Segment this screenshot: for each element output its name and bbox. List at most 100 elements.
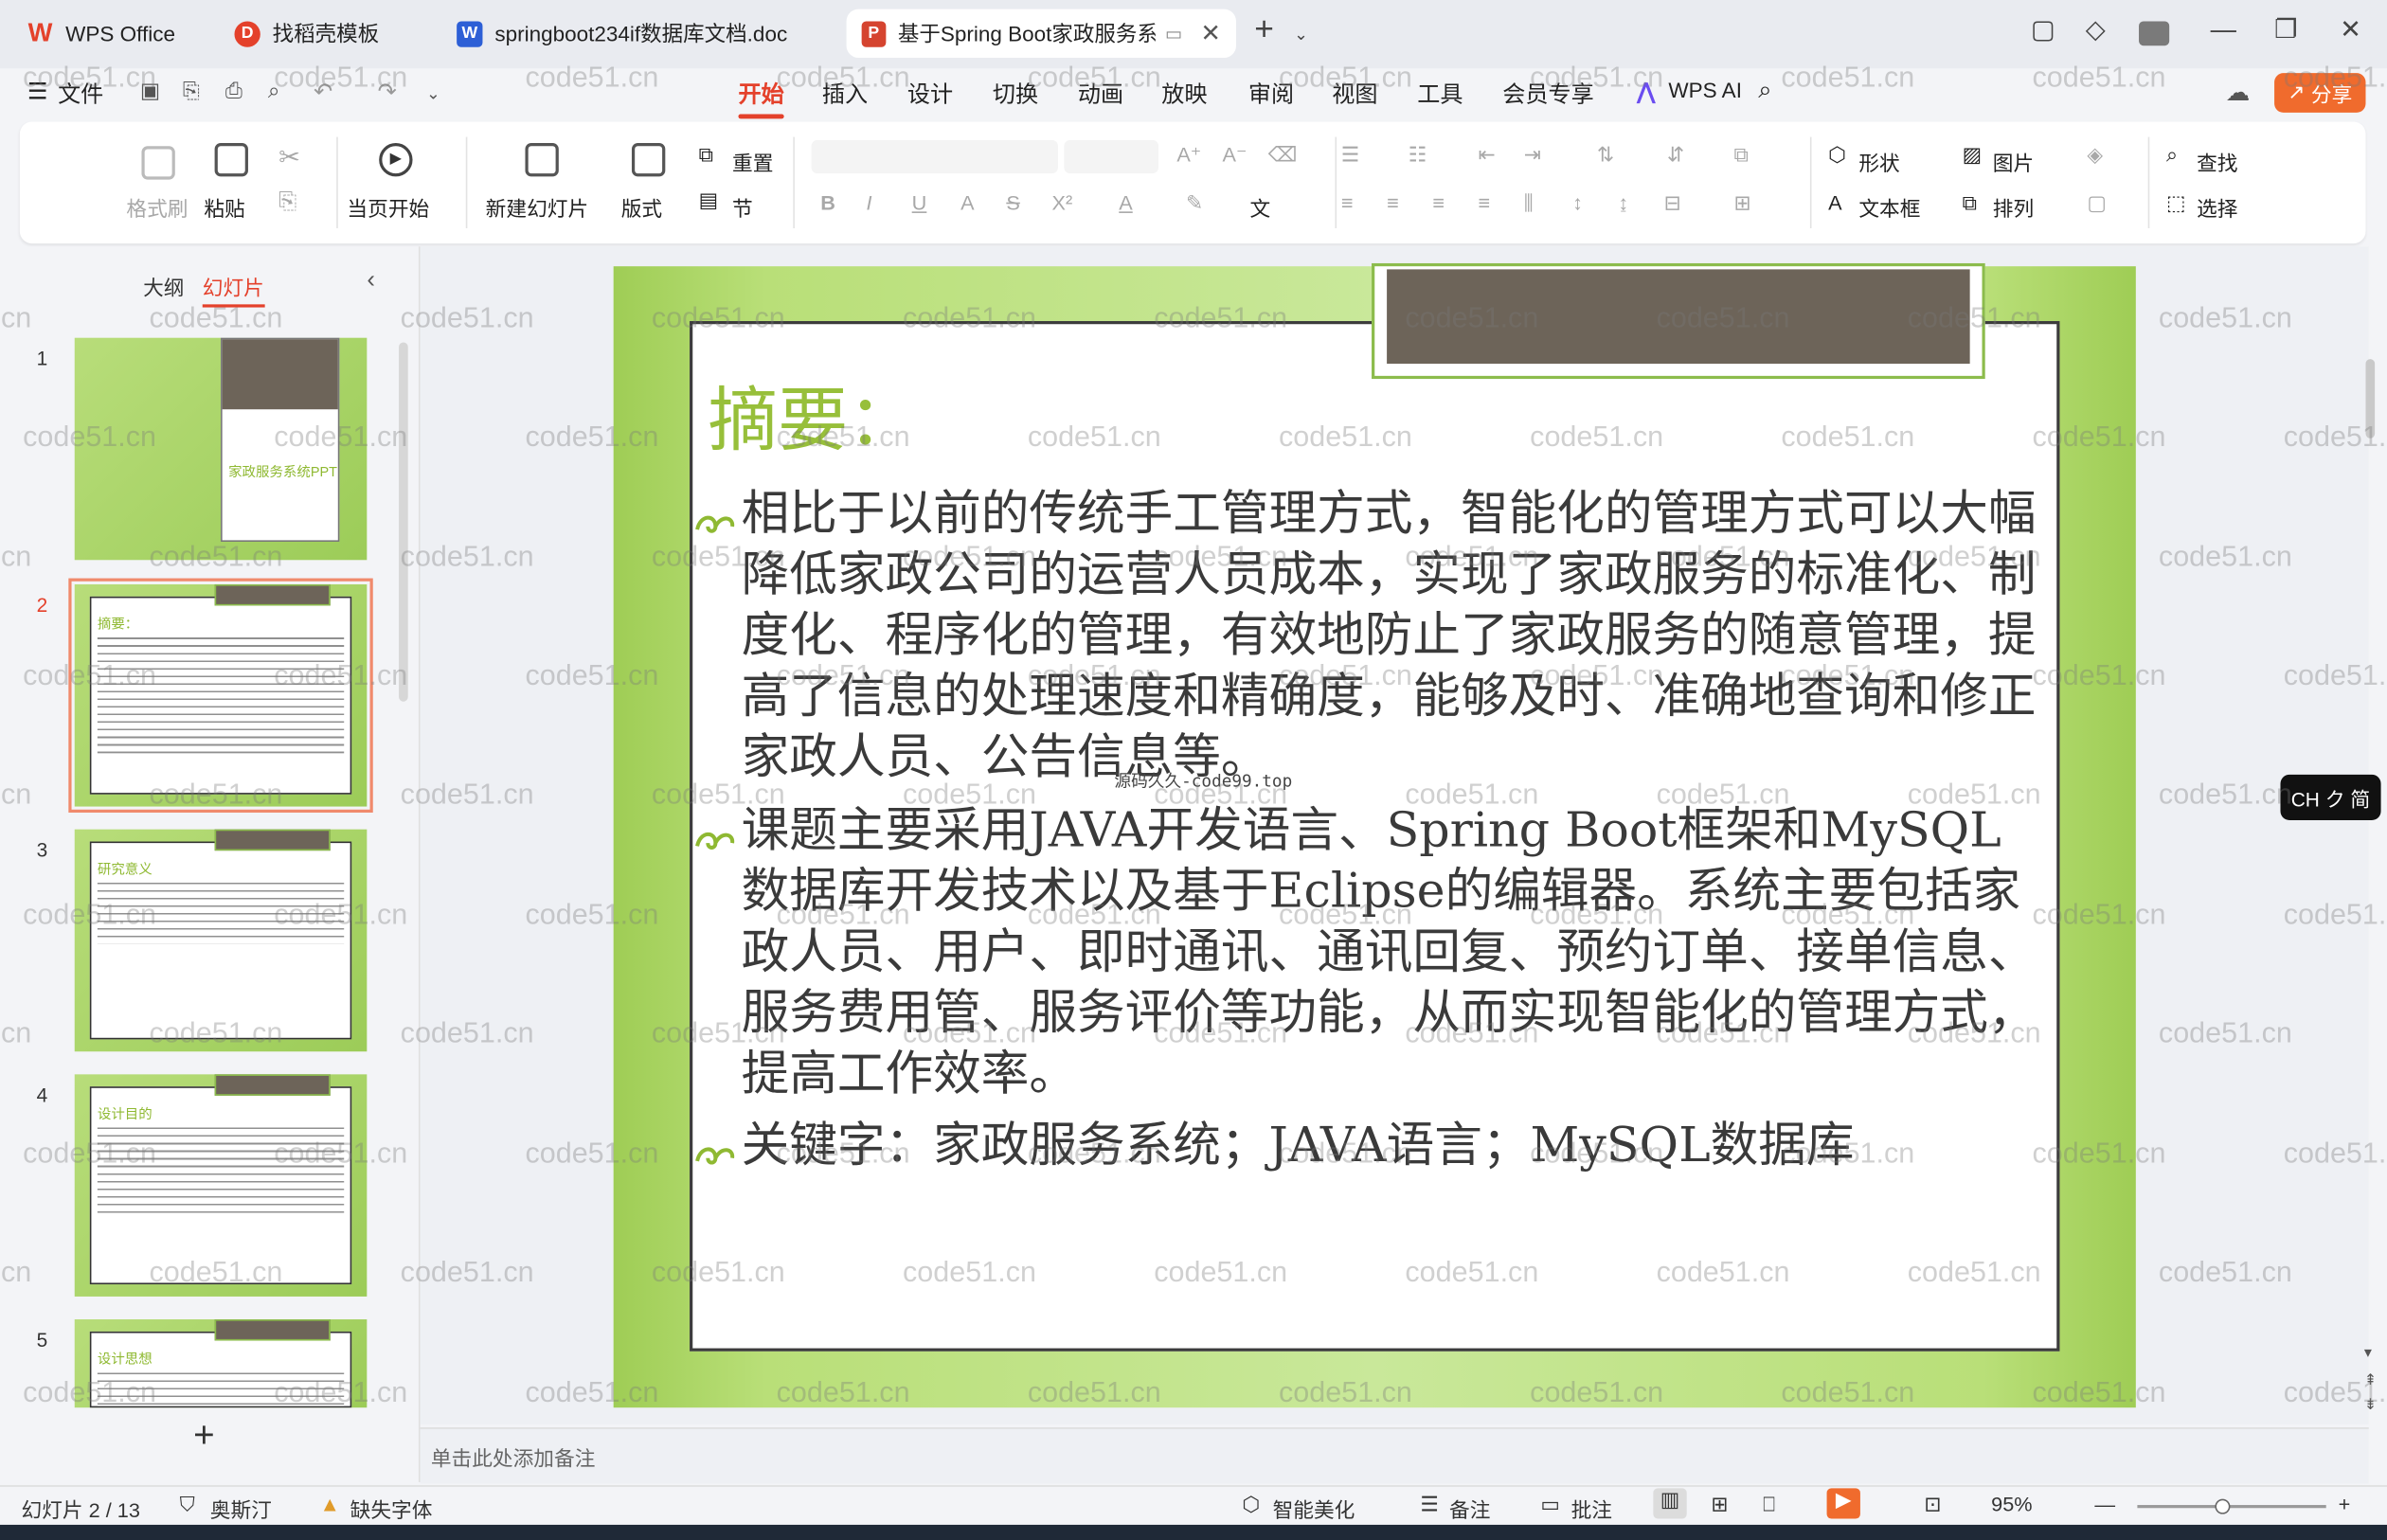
smart-beautify-button[interactable]: 智能美化	[1273, 1493, 1355, 1523]
justify-icon[interactable]: ≡	[1479, 191, 1491, 214]
menu-view[interactable]: 视图	[1332, 78, 1377, 110]
menu-design[interactable]: 设计	[907, 78, 953, 110]
fit-to-window-icon[interactable]: ⊡	[1924, 1493, 1941, 1517]
scroll-down-icon[interactable]: ▾	[2364, 1345, 2372, 1362]
font-grow-icon[interactable]: A⁺	[1176, 143, 1201, 168]
next-slide-icon[interactable]: ⇟	[2364, 1397, 2377, 1414]
notes-placeholder[interactable]: 单击此处添加备注	[431, 1442, 596, 1472]
shape-button[interactable]: 形状	[1858, 146, 1899, 176]
cut-icon[interactable]: ✂	[278, 143, 300, 173]
increase-indent-icon[interactable]: ⇥	[1524, 143, 1541, 168]
underline-icon[interactable]: U	[912, 191, 927, 214]
new-tab-plus-icon[interactable]: +	[1254, 9, 1274, 49]
undo-icon[interactable]: ↶	[314, 78, 332, 105]
zoom-out-icon[interactable]: —	[2094, 1493, 2115, 1515]
sort-icon[interactable]: ⇵	[1667, 143, 1684, 168]
textbox-button[interactable]: 文本框	[1858, 191, 1920, 222]
slide-thumbnail-1[interactable]: 家政服务系统PPT	[74, 337, 368, 561]
italic-icon[interactable]: I	[866, 191, 871, 214]
arrange-button[interactable]: 排列	[1993, 191, 2034, 222]
columns-icon[interactable]: ⫼	[1524, 191, 1534, 216]
theme-name[interactable]: 奥斯汀	[210, 1493, 272, 1523]
chevron-down-icon[interactable]: ⌄	[1294, 25, 1308, 44]
slide-sorter-icon[interactable]: ⊞	[1711, 1493, 1728, 1517]
align-right-icon[interactable]: ≡	[1432, 191, 1445, 214]
menu-tools[interactable]: 工具	[1417, 78, 1463, 110]
tab-word-document[interactable]: W springboot234if数据库文档.doc	[441, 9, 835, 58]
menu-animation[interactable]: 动画	[1078, 78, 1123, 110]
new-slide-button[interactable]: 新建幻灯片	[486, 191, 588, 222]
print-preview-icon[interactable]: ⌕	[268, 78, 280, 103]
close-window-icon[interactable]: ✕	[2340, 15, 2361, 45]
slide-thumbnail-5[interactable]: 设计思想	[74, 1319, 368, 1408]
redo-icon[interactable]: ↷	[378, 78, 397, 105]
tab-docer-templates[interactable]: D 找稻壳模板	[219, 9, 429, 58]
superscript-icon[interactable]: X²	[1052, 191, 1073, 214]
outline-text-icon[interactable]: A	[960, 191, 974, 214]
paragraph-spacing-icon[interactable]: ↨	[1618, 191, 1628, 214]
normal-view-icon[interactable]: ▥	[1653, 1488, 1687, 1519]
select-button[interactable]: 选择	[2197, 191, 2237, 222]
menu-file[interactable]: 文件	[58, 78, 103, 110]
ime-indicator[interactable]: CH ク 简	[2280, 774, 2381, 821]
slide-thumbnail-3[interactable]: 研究意义	[74, 829, 368, 1052]
slide-paragraph-2[interactable]: 课题主要采用JAVA开发语言、Spring Boot框架和MySQL数据库开发技…	[742, 800, 2048, 1104]
missing-font-button[interactable]: 缺失字体	[350, 1493, 433, 1523]
reset-button[interactable]: 重置	[732, 146, 773, 176]
font-name-field[interactable]	[811, 139, 1058, 174]
reading-view-icon[interactable]: ⎕	[1763, 1493, 1775, 1517]
menu-insert[interactable]: 插入	[822, 78, 868, 110]
tab-wps-office[interactable]: W WPS Office	[12, 9, 204, 58]
paste-button[interactable]: 粘贴	[204, 191, 244, 222]
menu-home[interactable]: 开始	[738, 78, 784, 119]
copy-icon[interactable]: ⎘	[278, 188, 296, 214]
tab-slides[interactable]: 幻灯片	[202, 271, 264, 308]
menu-wps-ai[interactable]: WPS AI	[1668, 78, 1742, 102]
font-size-field[interactable]	[1064, 139, 1159, 174]
share-button[interactable]: ↗ 分享	[2274, 73, 2366, 113]
slideshow-play-icon[interactable]: ▶	[1826, 1488, 1860, 1519]
menu-review[interactable]: 审阅	[1248, 78, 1294, 110]
clear-format-icon[interactable]: ⌫	[1268, 143, 1298, 168]
text-box-align-icon[interactable]: ⊟	[1664, 191, 1681, 216]
add-slide-icon[interactable]: +	[193, 1415, 215, 1458]
search-icon[interactable]: ⌕	[1758, 78, 1771, 105]
slide-paragraph-3[interactable]: 关键字：家政服务系统；JAVA语言；MySQL数据库	[742, 1116, 2048, 1176]
layout-button[interactable]: 版式	[621, 191, 662, 222]
cloud-upload-icon[interactable]: ☁	[2226, 78, 2251, 108]
bullet-list-icon[interactable]: ☰	[1341, 143, 1359, 168]
distribute-icon[interactable]: ⊞	[1734, 191, 1751, 216]
slide-paragraph-1[interactable]: 相比于以前的传统手工管理方式，智能化的管理方式可以大幅降低家政公司的运营人员成本…	[742, 484, 2048, 788]
format-painter-button[interactable]: 格式刷	[126, 191, 188, 222]
zoom-slider[interactable]	[2137, 1505, 2326, 1509]
notes-pane[interactable]: 单击此处添加备注	[420, 1427, 2369, 1484]
quick-access-more-icon[interactable]: ⌄	[426, 83, 440, 103]
menu-member[interactable]: 会员专享	[1502, 78, 1593, 110]
hamburger-menu-icon[interactable]: ☰	[27, 78, 48, 105]
slide-title[interactable]: 摘要：	[708, 366, 918, 466]
font-shrink-icon[interactable]: A⁻	[1223, 143, 1247, 168]
menu-transition[interactable]: 切换	[993, 78, 1038, 110]
canvas-scrollbar[interactable]	[2365, 359, 2376, 439]
font-color-icon[interactable]: A	[1119, 191, 1132, 214]
highlight-icon[interactable]: ✎	[1186, 191, 1203, 216]
comments-button[interactable]: 批注	[1571, 1493, 1612, 1523]
outline-icon[interactable]: ▢	[2087, 191, 2107, 216]
section-button[interactable]: 节	[732, 191, 753, 222]
strikethrough-icon[interactable]: S	[1006, 191, 1019, 214]
menu-slideshow[interactable]: 放映	[1161, 78, 1207, 110]
fill-icon[interactable]: ◈	[2087, 143, 2103, 168]
close-tab-icon[interactable]: ✕	[1200, 18, 1221, 48]
collapse-pane-icon[interactable]: ‹	[367, 268, 375, 295]
export-icon[interactable]: ⎘	[183, 78, 200, 103]
maximize-icon[interactable]: ❐	[2274, 15, 2298, 45]
zoom-in-icon[interactable]: +	[2339, 1493, 2351, 1515]
play-from-current-button[interactable]: 当页开始	[347, 191, 429, 222]
notes-toggle-button[interactable]: 备注	[1449, 1493, 1490, 1523]
picture-button[interactable]: 图片	[1993, 146, 2034, 176]
zoom-level[interactable]: 95%	[1991, 1493, 2032, 1515]
slide-thumbnail-4[interactable]: 设计目的	[74, 1074, 368, 1297]
align-center-icon[interactable]: ≡	[1387, 191, 1399, 214]
text-direction-icon[interactable]: ⇅	[1597, 143, 1614, 168]
decrease-indent-icon[interactable]: ⇤	[1479, 143, 1496, 168]
